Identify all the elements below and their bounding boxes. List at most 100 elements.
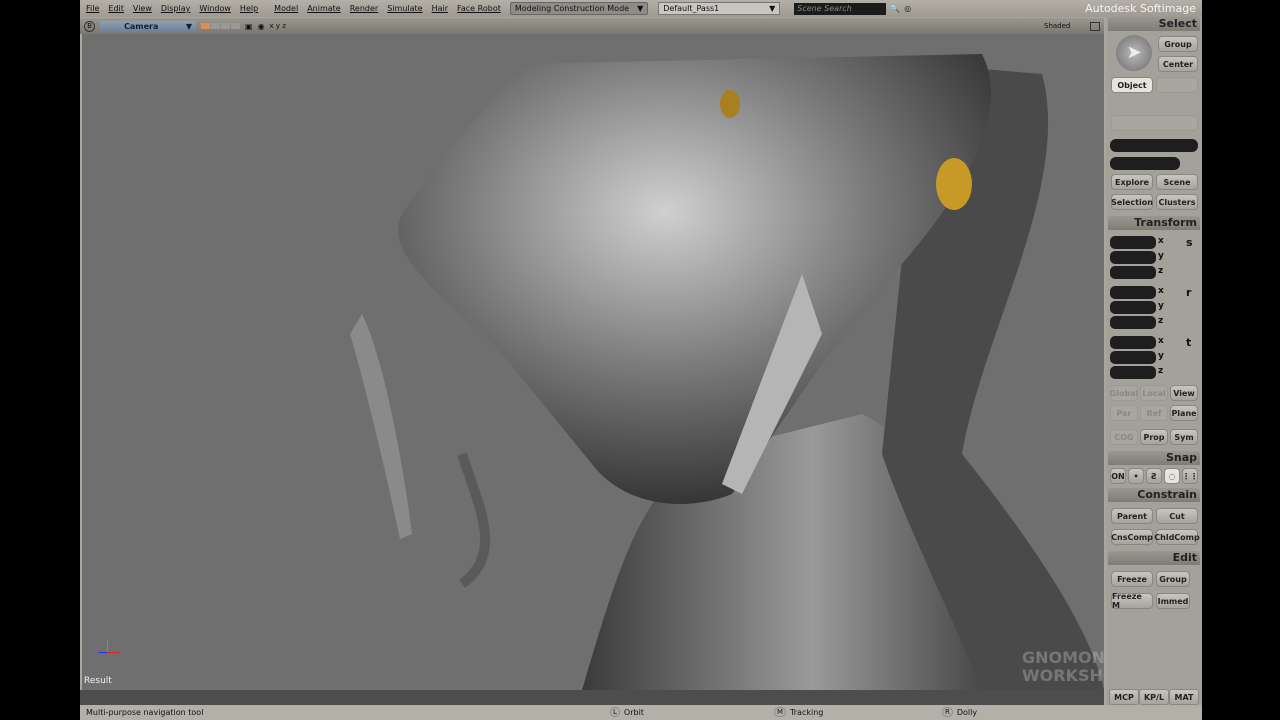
eye-icon[interactable]: ◉ (258, 22, 265, 31)
axis-y[interactable]: y (1158, 251, 1164, 261)
eye-left (720, 90, 740, 118)
filter-slot[interactable] (1156, 77, 1198, 93)
clusters-button[interactable]: Clusters (1156, 194, 1198, 210)
group-button[interactable]: Group (1158, 36, 1198, 52)
select-arrow-button[interactable]: ➤ (1116, 35, 1152, 71)
axis-gizmo (98, 636, 119, 658)
selection-field-2[interactable] (1110, 157, 1180, 170)
clear-search-icon[interactable]: ◎ (904, 4, 911, 13)
immed-button[interactable]: Immed (1156, 593, 1190, 609)
camera-icon[interactable]: ▣ (245, 22, 253, 31)
cnscomp-button[interactable]: CnsComp (1111, 529, 1153, 545)
childcomp-button[interactable]: ChldComp (1154, 529, 1200, 545)
scale-button[interactable]: s (1186, 236, 1193, 249)
rotate-x-field[interactable] (1110, 286, 1156, 299)
freeze-button[interactable]: Freeze (1111, 571, 1153, 587)
explore-button[interactable]: Explore (1111, 174, 1153, 190)
select-header[interactable]: Select (1108, 17, 1200, 31)
snap-grid-icon[interactable]: ⋮⋮ (1182, 468, 1198, 484)
edit-header[interactable]: Edit (1108, 551, 1200, 565)
axis-x[interactable]: x (1158, 336, 1164, 346)
group-button[interactable]: Group (1156, 571, 1190, 587)
module-render[interactable]: Render (350, 4, 378, 13)
sym-button[interactable]: Sym (1170, 429, 1198, 445)
view-button[interactable]: View (1170, 385, 1198, 401)
module-animate[interactable]: Animate (307, 4, 341, 13)
translate-z-field[interactable] (1110, 366, 1156, 379)
freeze-m-button[interactable]: Freeze M (1111, 592, 1153, 610)
axes-toggle[interactable]: x y z (270, 22, 286, 30)
axis-z[interactable]: z (1158, 366, 1163, 376)
cog-button[interactable]: COG (1110, 429, 1138, 445)
snap-curve-icon[interactable]: Ƨ (1146, 468, 1162, 484)
viewport-b-icon[interactable]: B (84, 20, 95, 32)
selection-field[interactable] (1110, 139, 1198, 152)
object-filter-button[interactable]: Object (1111, 77, 1153, 93)
search-icon[interactable]: 🔍 (890, 4, 900, 13)
scale-z-field[interactable] (1110, 266, 1156, 279)
par-button[interactable]: Par (1110, 405, 1138, 421)
snap-on-button[interactable]: ON (1110, 468, 1126, 484)
ref-button[interactable]: Ref (1140, 405, 1168, 421)
rotate-y-field[interactable] (1110, 301, 1156, 314)
menu-view[interactable]: View (133, 4, 152, 13)
model-render (350, 54, 1104, 690)
selection-button[interactable]: Selection (1111, 194, 1153, 210)
translate-y-field[interactable] (1110, 351, 1156, 364)
chevron-down-icon: ▼ (185, 21, 192, 31)
filter-menu[interactable] (1111, 115, 1198, 131)
snap-surface-icon[interactable]: ◌ (1164, 468, 1180, 484)
tab-mat[interactable]: MAT (1169, 689, 1199, 705)
translate-button[interactable]: t (1186, 336, 1191, 349)
menu-help[interactable]: Help (240, 4, 258, 13)
module-simulate[interactable]: Simulate (387, 4, 422, 13)
tab-kpl[interactable]: KP/L (1139, 689, 1169, 705)
menu-edit[interactable]: Edit (108, 4, 124, 13)
transform-header[interactable]: Transform (1108, 216, 1200, 230)
axis-y[interactable]: y (1158, 301, 1164, 311)
timeline-strip (80, 690, 1104, 705)
scene-search-input[interactable]: Scene Search (794, 2, 887, 15)
center-button[interactable]: Center (1158, 56, 1198, 72)
snap-point-icon[interactable]: • (1128, 468, 1144, 484)
rotate-z-field[interactable] (1110, 316, 1156, 329)
3d-viewport[interactable]: Result GNOMON WORKSHOP (82, 34, 1104, 690)
module-model[interactable]: Model (274, 4, 298, 13)
local-button[interactable]: Local (1140, 385, 1168, 401)
prop-button[interactable]: Prop (1140, 429, 1168, 445)
module-hair[interactable]: Hair (432, 4, 448, 13)
mode-dropdown[interactable]: Modeling Construction Mode ▼ (509, 2, 649, 15)
axis-x[interactable]: x (1158, 236, 1164, 246)
snap-header[interactable]: Snap (1108, 451, 1200, 465)
module-face-robot[interactable]: Face Robot (457, 4, 501, 13)
layer-toggles[interactable] (201, 23, 240, 29)
camera-dropdown[interactable]: Camera ▼ (100, 20, 196, 32)
eye-right (936, 158, 972, 210)
tab-mcp[interactable]: MCP (1109, 689, 1139, 705)
pass-dropdown[interactable]: Default_Pass1 ▼ (658, 2, 781, 15)
scale-x-field[interactable] (1110, 236, 1156, 249)
translate-x-field[interactable] (1110, 336, 1156, 349)
menu-display[interactable]: Display (161, 4, 191, 13)
global-button[interactable]: Global (1110, 385, 1138, 401)
parent-button[interactable]: Parent (1111, 508, 1153, 524)
constrain-header[interactable]: Constrain (1108, 488, 1200, 502)
scene-button[interactable]: Scene (1156, 174, 1198, 190)
maximize-icon[interactable] (1090, 21, 1100, 31)
status-bar: Multi-purpose navigation tool L Orbit M Tr… (80, 705, 1202, 720)
mode-label: Modeling Construction Mode (514, 4, 630, 13)
axis-y[interactable]: y (1158, 351, 1164, 361)
display-mode-menu[interactable]: Shaded (1044, 22, 1070, 30)
axis-z[interactable]: z (1158, 266, 1163, 276)
axis-x[interactable]: x (1158, 286, 1164, 296)
viewport-header: B Camera ▼ ▣ ◉ x y z Shaded (80, 18, 1104, 34)
mouse-middle-icon: M (774, 707, 787, 717)
rotate-button[interactable]: r (1186, 286, 1191, 299)
chevron-down-icon: ▼ (769, 4, 776, 13)
plane-button[interactable]: Plane (1170, 405, 1198, 421)
menu-file[interactable]: File (86, 4, 99, 13)
menu-window[interactable]: Window (199, 4, 231, 13)
scale-y-field[interactable] (1110, 251, 1156, 264)
cut-button[interactable]: Cut (1156, 508, 1198, 524)
axis-z[interactable]: z (1158, 316, 1163, 326)
